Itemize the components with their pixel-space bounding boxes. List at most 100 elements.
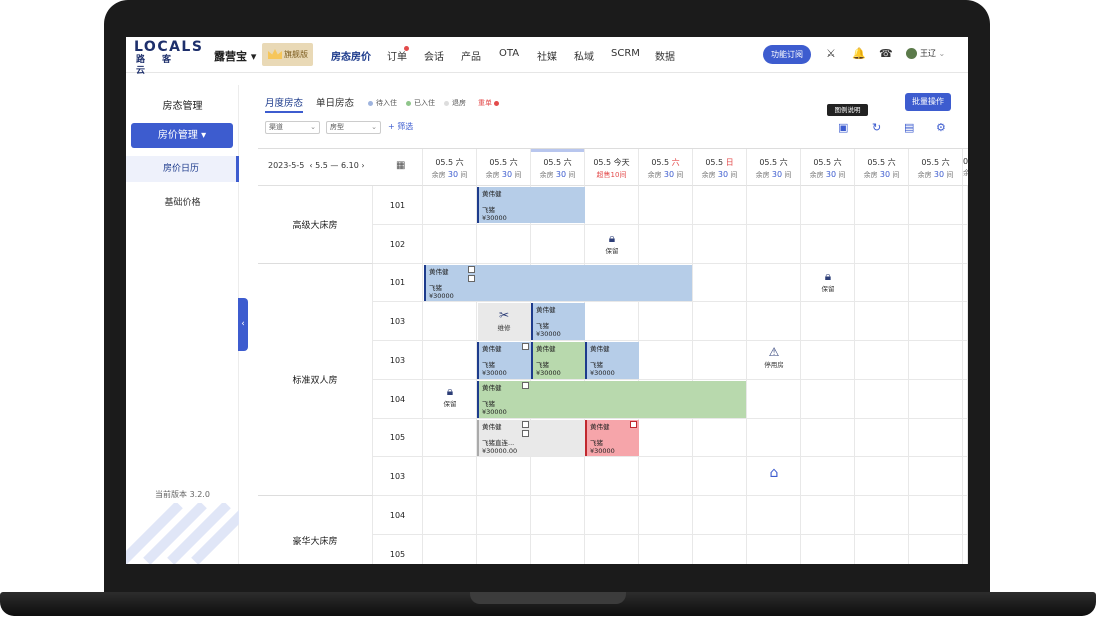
prev-icon[interactable]: ‹ — [309, 161, 312, 170]
calendar-cell[interactable] — [423, 302, 477, 341]
calendar-cell[interactable] — [747, 264, 801, 302]
calendar-cell[interactable] — [639, 535, 693, 564]
nav-chat[interactable]: 会话 — [424, 48, 444, 63]
booking-block[interactable]: 黄伟健 飞猪 ¥30000 — [531, 342, 585, 379]
calendar-cell[interactable] — [855, 380, 909, 419]
calendar-cell[interactable] — [801, 341, 855, 380]
calendar-cell[interactable] — [855, 341, 909, 380]
calendar-cell[interactable] — [639, 302, 693, 341]
user-menu[interactable]: 王辽 ⌄ — [906, 48, 945, 59]
date-navigator[interactable]: 2023-5-5 ‹ 5.5 — 6.10 › — [268, 161, 365, 170]
nav-scrm[interactable]: SCRM — [611, 48, 640, 59]
tab-daily[interactable]: 单日房态 — [316, 95, 354, 109]
calendar-cell[interactable] — [531, 225, 585, 264]
booking-block[interactable]: 黄伟健 飞猪 ¥30000 — [424, 265, 692, 301]
room-hold[interactable]: 🔒︎ 保留 — [585, 232, 639, 256]
calendar-cell[interactable] — [801, 225, 855, 264]
calendar-cell[interactable] — [423, 496, 477, 535]
room-hold[interactable]: 🔒︎ 保留 — [423, 385, 477, 409]
calendar-cell[interactable] — [531, 535, 585, 564]
sidebar-group-price[interactable]: 房价管理 ▾ — [131, 123, 233, 148]
day-column-header[interactable]: 05.5 六余房 30 间 — [477, 149, 531, 186]
calendar-cell[interactable] — [693, 186, 747, 225]
subscribe-button[interactable]: 功能订阅 — [763, 45, 811, 64]
calendar-cell[interactable] — [639, 225, 693, 264]
calendar-cell[interactable] — [585, 496, 639, 535]
calendar-cell[interactable] — [909, 380, 963, 419]
calendar-cell[interactable] — [477, 496, 531, 535]
calendar-cell[interactable] — [909, 264, 963, 302]
calendar-cell[interactable] — [747, 380, 801, 419]
calendar-cell[interactable] — [801, 419, 855, 457]
day-column-header[interactable]: 05.5 六余房 30 间 — [855, 149, 909, 186]
nav-data[interactable]: 数据 — [655, 48, 675, 63]
nav-room-status[interactable]: 房态房价 — [331, 48, 371, 63]
calendar-cell[interactable] — [963, 264, 968, 302]
day-column-header[interactable]: 05.5 日余房 30 间 — [693, 149, 747, 186]
booking-block[interactable]: 黄伟健 飞猪 ¥30000 — [585, 342, 639, 379]
calendar-cell[interactable] — [423, 457, 477, 496]
calendar-cell[interactable] — [855, 225, 909, 264]
calendar-cell[interactable] — [855, 302, 909, 341]
nav-ota[interactable]: OTA — [499, 48, 519, 59]
calendar-cell[interactable] — [963, 380, 968, 419]
batch-operation-button[interactable]: 批量操作 — [905, 93, 951, 111]
day-column-header[interactable]: 05.5 六余房 30 间 — [909, 149, 963, 186]
calendar-cell[interactable] — [747, 535, 801, 564]
calendar-cell[interactable] — [801, 186, 855, 225]
calendar-cell[interactable] — [423, 341, 477, 380]
calendar-cell[interactable] — [693, 496, 747, 535]
room-repair[interactable]: ✂ 维修 — [477, 309, 531, 333]
day-column-header-today[interactable]: 05.5 今天 超售10间 — [585, 149, 639, 186]
sidebar-item-base-price[interactable]: 基础价格 — [126, 190, 239, 216]
calendar-cell[interactable] — [693, 535, 747, 564]
calendar-cell[interactable] — [909, 496, 963, 535]
calendar-cell[interactable] — [693, 225, 747, 264]
calendar-cell[interactable] — [477, 225, 531, 264]
calendar-cell[interactable] — [801, 535, 855, 564]
channel-select[interactable]: 渠道 ⌄ — [265, 121, 320, 134]
calendar-cell[interactable] — [693, 341, 747, 380]
calendar-cell[interactable] — [909, 302, 963, 341]
calendar-cell[interactable] — [693, 457, 747, 496]
calendar-cell[interactable] — [963, 186, 968, 225]
day-column-header[interactable]: 05.5 六余房 30 间 — [531, 149, 585, 186]
calendar-cell[interactable] — [801, 302, 855, 341]
calendar-icon[interactable]: ▤ — [904, 121, 914, 134]
day-column-header[interactable]: 05.5 六余房 30 间 — [747, 149, 801, 186]
calendar-cell[interactable] — [423, 419, 477, 457]
calendar-cell[interactable] — [693, 419, 747, 457]
roomtype-select[interactable]: 房型 ⌄ — [326, 121, 381, 134]
calendar-cell[interactable] — [585, 457, 639, 496]
collapse-sidebar-button[interactable]: ‹ — [238, 298, 248, 351]
nav-products[interactable]: 产品 — [461, 48, 481, 63]
broom-icon[interactable]: ⚔ — [826, 47, 836, 60]
calendar-cell[interactable] — [855, 264, 909, 302]
calendar-cell[interactable] — [801, 496, 855, 535]
calendar-cell[interactable] — [585, 186, 639, 225]
booking-block[interactable]: 黄伟健 飞猪 ¥30000 — [477, 381, 746, 418]
calendar-cell[interactable] — [963, 341, 968, 380]
calendar-cell[interactable] — [801, 380, 855, 419]
booking-block[interactable]: 黄伟健 飞猪 ¥30000 — [477, 187, 585, 223]
calendar-cell[interactable] — [855, 457, 909, 496]
calendar-cell[interactable] — [477, 535, 531, 564]
calendar-cell[interactable] — [423, 535, 477, 564]
booking-block[interactable]: 黄伟健 飞猪直连... ¥30000.00 — [477, 420, 585, 456]
calendar-cell[interactable] — [531, 496, 585, 535]
tab-monthly[interactable]: 月度房态 — [265, 95, 304, 113]
filter-button[interactable]: + 筛选 — [388, 121, 413, 132]
calendar-cell[interactable] — [639, 457, 693, 496]
calendar-cell[interactable] — [801, 457, 855, 496]
calendar-picker-icon[interactable]: ▦ — [396, 160, 405, 171]
calendar-cell[interactable] — [909, 341, 963, 380]
logo[interactable]: LOCALS 路客云 — [134, 40, 208, 77]
product-switcher[interactable]: 露营宝 ▾ — [214, 48, 256, 64]
nav-social[interactable]: 社媒 — [537, 48, 557, 63]
calendar-cell[interactable] — [747, 186, 801, 225]
calendar-cell[interactable] — [639, 341, 693, 380]
calendar-cell[interactable] — [909, 535, 963, 564]
calendar-cell[interactable] — [963, 496, 968, 535]
day-column-header[interactable]: 05.5 六余房 30 间 — [801, 149, 855, 186]
calendar-cell[interactable] — [747, 419, 801, 457]
